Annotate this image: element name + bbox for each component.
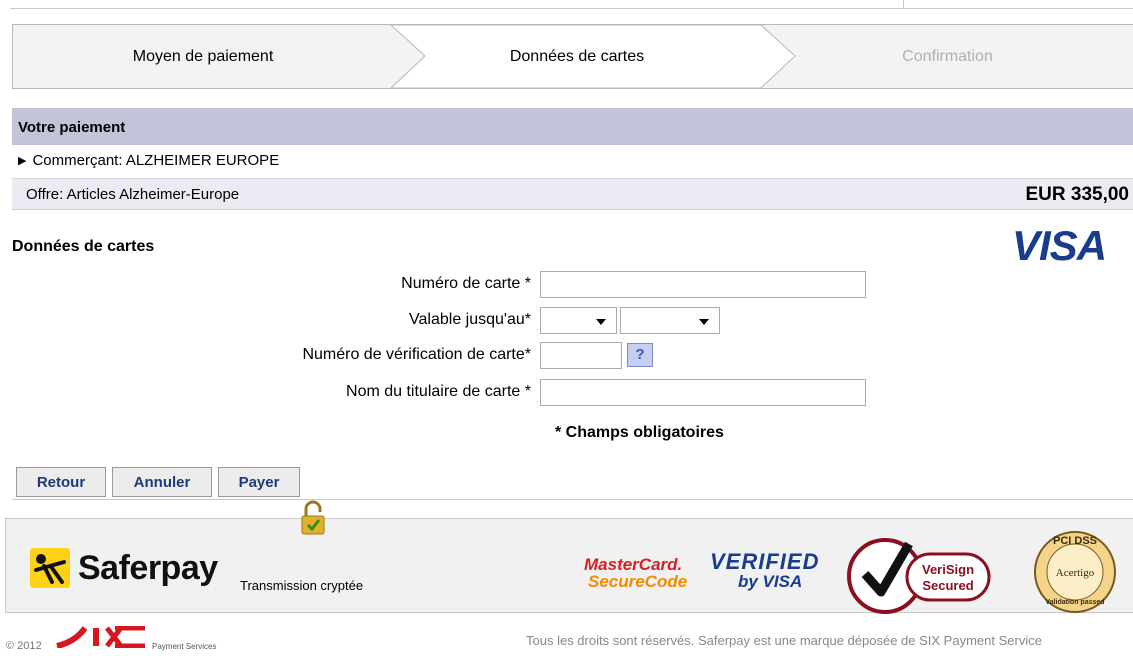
six-logo [56,626,145,648]
verisign-line2: Secured [922,578,973,593]
pay-button[interactable]: Payer [218,467,300,497]
required-fields-note: * Champs obligatoires [555,424,724,441]
step-indicator: Moyen de paiement Données de cartes Conf… [12,24,1133,89]
mastercard-line1: MasterCard. [584,555,683,574]
rights-text: Tous les droits sont réservés. Saferpay … [526,633,1042,648]
pci-top-text: PCI DSS [1053,535,1097,547]
cardholder-label: Nom du titulaire de carte * [346,383,531,400]
cvc-help-icon[interactable]: ? [627,343,653,367]
cvc-label: Numéro de vérification de carte* [302,346,531,363]
six-subtitle: Payment Services [152,642,217,651]
mastercard-line2: SecureCode [588,572,688,591]
payment-page: Moyen de paiement Données de cartes Conf… [0,0,1133,656]
step-card-data: Données de cartes [509,47,645,65]
top-divider-tick [903,0,904,8]
step-payment-method: Moyen de paiement [132,47,274,65]
form-divider [12,499,1133,500]
payment-header: Votre paiement [12,108,1133,145]
copyright-text: © 2012 [6,640,42,652]
chevron-down-icon [596,319,606,325]
top-divider [10,8,1133,9]
pci-bottom-text: Validation passed [1045,599,1104,606]
card-section-title: Données de cartes [12,238,155,255]
cancel-button[interactable]: Annuler [112,467,212,497]
merchant-row[interactable]: ▶ Commerçant: ALZHEIMER EUROPE [12,146,1133,177]
verified-by-visa-logo: VERIFIED by VISA [710,549,820,592]
payment-amount: EUR 335,00 [1025,184,1129,205]
saferpay-brand-text: Saferpay [78,548,218,587]
vbv-line2: by VISA [738,572,803,591]
step-confirmation: Confirmation [902,47,993,65]
expiry-year-select[interactable] [620,307,720,334]
merchant-label: Commerçant: ALZHEIMER EUROPE [32,152,280,169]
card-number-label: Numéro de carte * [401,275,531,292]
card-number-input[interactable] [540,271,866,298]
saferpay-logo: Saferpay [30,548,218,588]
vbv-line1: VERIFIED [710,549,820,574]
lock-icon [301,500,325,535]
visa-logo: VISA [1012,222,1107,269]
cardholder-input[interactable] [540,379,866,406]
chevron-down-icon [699,319,709,325]
verisign-line1: VeriSign [922,562,974,577]
encryption-text: Transmission cryptée [240,578,364,593]
expiry-month-select[interactable] [540,307,617,334]
mastercard-securecode-logo: MasterCard. SecureCode [584,556,687,590]
offer-label: Offre: Articles Alzheimer-Europe [26,186,240,203]
saferpay-mark-icon [30,548,70,588]
offer-row: Offre: Articles Alzheimer-Europe EUR 335… [12,178,1133,210]
pci-mid-text: Acertigo [1056,567,1095,579]
back-button[interactable]: Retour [16,467,106,497]
expand-triangle-icon[interactable]: ▶ [18,154,26,167]
expiry-label: Valable jusqu'au* [409,311,531,328]
verisign-secured-seal: VeriSign Secured [847,538,991,614]
pci-dss-seal: PCI DSS Acertigo Validation passed [1034,531,1116,613]
cvc-input[interactable] [540,342,622,369]
